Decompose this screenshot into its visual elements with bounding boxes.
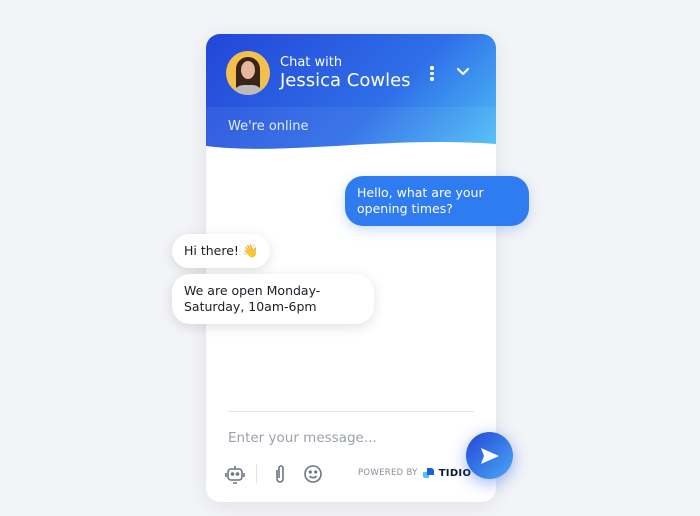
toolbar-separator [256, 464, 257, 484]
agent-message: Hi there! 👋 [172, 234, 271, 268]
emoji-icon[interactable] [303, 464, 323, 484]
tidio-brand: TIDIO [438, 467, 472, 479]
more-vertical-icon[interactable] [428, 66, 436, 82]
paperclip-icon[interactable] [271, 463, 289, 485]
header-wave [206, 142, 496, 164]
powered-by-label: POWERED BY [358, 468, 418, 478]
composer-toolbar [224, 463, 323, 485]
chat-widget: Chat with Jessica Cowles We're online PO… [206, 34, 496, 502]
divider [228, 411, 474, 412]
agent-message: We are open Monday-Saturday, 10am-6pm [172, 274, 374, 324]
chat-with-label: Chat with [280, 55, 343, 70]
send-button[interactable] [466, 432, 513, 479]
send-icon [480, 447, 499, 464]
powered-by[interactable]: POWERED BY TIDIO [358, 467, 471, 479]
bot-icon[interactable] [224, 463, 246, 485]
user-message: Hello, what are your opening times? [345, 176, 529, 226]
online-status: We're online [228, 119, 309, 134]
agent-name: Jessica Cowles [280, 70, 411, 91]
tidio-logo-icon [422, 468, 434, 478]
message-input[interactable] [228, 430, 448, 446]
avatar [226, 51, 270, 95]
chevron-down-icon[interactable] [455, 64, 471, 80]
